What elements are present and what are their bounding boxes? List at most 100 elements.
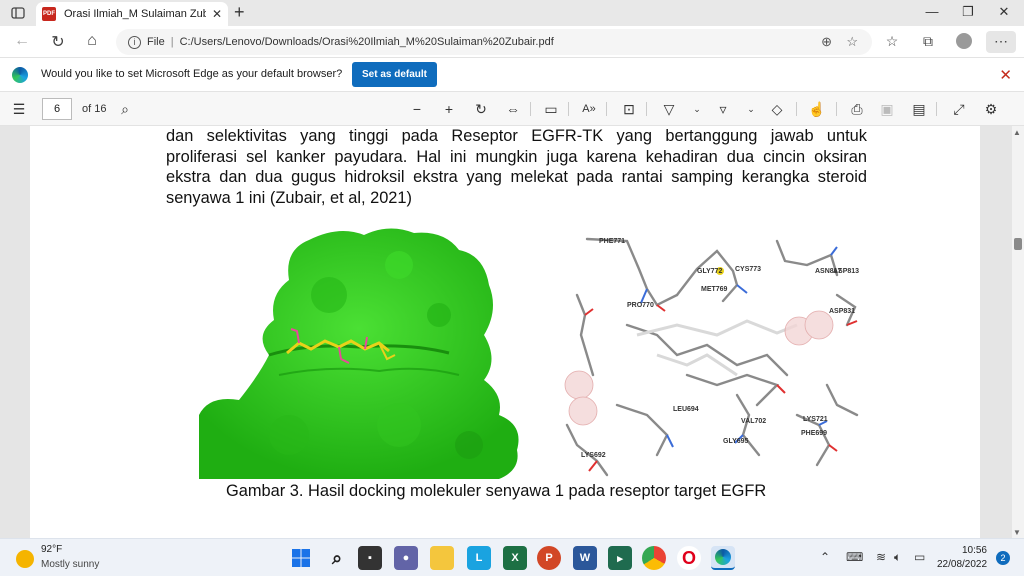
more-menu-icon[interactable]: ⋯ <box>986 31 1016 53</box>
scrollbar[interactable] <box>1012 126 1024 538</box>
zoom-in-icon[interactable]: + <box>440 100 458 118</box>
home-icon[interactable]: ⌂ <box>82 32 102 50</box>
clock[interactable]: 10:56 22/08/2022 <box>937 544 987 572</box>
touch-select-icon[interactable]: ☝ <box>808 100 826 118</box>
residue-label: PHE771 <box>599 238 625 245</box>
set-default-button[interactable]: Set as default <box>352 62 437 87</box>
taskbar: 92°F Mostly sunny ⌕ ▪ ● L X P W ▸ O ⌃ ⌨ … <box>0 538 1024 576</box>
tab-title: Orasi Ilmiah_M Sulaiman Zubair.p <box>64 8 206 20</box>
clock-date: 22/08/2022 <box>937 559 988 570</box>
highlight-icon[interactable]: ▿ <box>714 100 732 118</box>
residue-label: ASN817 <box>815 268 842 275</box>
save-icon[interactable]: ▣ <box>878 100 896 118</box>
fullscreen-icon[interactable]: ⤢ <box>950 100 968 118</box>
weather-sun-icon[interactable] <box>16 550 34 568</box>
profile-avatar[interactable] <box>954 33 974 52</box>
contents-icon[interactable]: ☰ <box>10 100 28 118</box>
residue-label: LEU694 <box>673 406 699 413</box>
new-tab-icon[interactable]: + <box>234 3 245 21</box>
pdf-viewer[interactable]: dan selektivitas yang tinggi pada Resept… <box>0 126 1024 538</box>
back-icon[interactable]: ← <box>12 32 32 50</box>
rotate-icon[interactable]: ↻ <box>472 100 490 118</box>
weather-temperature[interactable]: 92°F <box>41 544 62 555</box>
wifi-icon[interactable]: ≋ <box>876 550 886 564</box>
app-l-icon[interactable]: L <box>467 546 491 570</box>
excel-icon[interactable]: X <box>503 546 527 570</box>
text-box-icon[interactable]: ⊡ <box>620 100 638 118</box>
save-as-icon[interactable]: ▤ <box>910 100 928 118</box>
zoom-out-icon[interactable]: − <box>408 100 426 118</box>
paragraph-line: senyawa 1 ini (Zubair, et al, 2021) <box>166 188 412 207</box>
paragraph-line: dan selektivitas yang tinggi pada Resept… <box>166 127 867 145</box>
fit-page-icon[interactable]: ⇔ <box>504 100 522 118</box>
address-bar: ← ↻ ⌂ i File | C:/Users/Lenovo/Downloads… <box>0 26 1024 58</box>
body-paragraph: dan selektivitas yang tinggi pada Resept… <box>166 126 867 208</box>
draw-icon[interactable]: ▽ <box>660 100 678 118</box>
edge-taskbar-icon[interactable] <box>711 546 735 570</box>
opera-icon[interactable]: O <box>677 546 701 570</box>
page-number-input[interactable]: 6 <box>42 98 72 120</box>
clock-time: 10:56 <box>961 545 987 556</box>
print-icon[interactable]: ⎙ <box>848 100 866 118</box>
powerpoint-icon[interactable]: P <box>537 546 561 570</box>
teams-chat-icon[interactable]: ● <box>394 546 418 570</box>
url-field[interactable]: i File | C:/Users/Lenovo/Downloads/Orasi… <box>116 29 872 55</box>
tab-bar: PDF Orasi Ilmiah_M Sulaiman Zubair.p ✕ +… <box>0 0 1024 26</box>
volume-icon[interactable]: 🔈︎ <box>894 550 901 565</box>
url-text: C:/Users/Lenovo/Downloads/Orasi%20Ilmiah… <box>179 36 554 48</box>
show-hidden-icons-icon[interactable]: ⌃ <box>820 550 830 564</box>
pdf-icon: PDF <box>42 7 56 21</box>
paragraph-line: ekstra dan dua gugus hidroksil ekstra ya… <box>166 168 867 186</box>
start-icon[interactable] <box>289 546 313 570</box>
word-icon[interactable]: W <box>573 546 597 570</box>
highlight-options-chevron-icon[interactable]: ⌄ <box>742 100 760 118</box>
tab-pdf[interactable]: PDF Orasi Ilmiah_M Sulaiman Zubair.p ✕ <box>36 2 228 26</box>
minimize-icon[interactable]: — <box>922 4 942 19</box>
scroll-down-icon[interactable]: ▼ <box>1013 528 1021 537</box>
notification-badge[interactable]: 2 <box>996 551 1010 565</box>
file-explorer-icon[interactable] <box>430 546 454 570</box>
scroll-up-icon[interactable]: ▲ <box>1013 128 1021 137</box>
app-green-icon[interactable]: ▸ <box>608 546 632 570</box>
tab-actions-icon[interactable] <box>10 5 26 21</box>
favorite-add-icon[interactable]: ☆ <box>846 34 858 50</box>
page-count: of 16 <box>82 103 107 115</box>
page-view-icon[interactable]: ▭ <box>542 100 560 118</box>
pdf-page: dan selektivitas yang tinggi pada Resept… <box>30 126 980 538</box>
keyboard-icon[interactable]: ⌨ <box>846 550 863 564</box>
chrome-icon[interactable] <box>642 546 666 570</box>
scroll-thumb[interactable] <box>1014 238 1022 250</box>
erase-icon[interactable]: ◇ <box>768 100 786 118</box>
residue-label: ASP831 <box>829 308 855 315</box>
read-aloud-icon[interactable]: A» <box>580 100 598 118</box>
infobar-close-icon[interactable]: ✕ <box>999 66 1012 84</box>
info-icon[interactable]: i <box>128 35 141 49</box>
settings-gear-icon[interactable]: ⚙ <box>982 100 1000 118</box>
task-view-icon[interactable]: ▪ <box>358 546 382 570</box>
window-close-icon[interactable]: ✕ <box>994 4 1014 20</box>
battery-icon[interactable]: ▭ <box>914 550 925 564</box>
tab-close-icon[interactable]: ✕ <box>212 7 222 21</box>
residue-label: VAL702 <box>741 418 766 425</box>
file-label: File <box>147 36 165 48</box>
residue-label: GLY772 <box>697 268 723 275</box>
maximize-icon[interactable]: ❐ <box>958 4 978 20</box>
url-separator: | <box>170 36 174 48</box>
favorites-icon[interactable]: ☆ <box>882 33 902 50</box>
protein-surface-figure <box>199 225 527 479</box>
residue-label: CYS773 <box>735 266 761 273</box>
residue-label: PRO770 <box>627 302 654 309</box>
residue-label: GLY695 <box>723 438 749 445</box>
residue-label: MET769 <box>701 286 728 293</box>
zoom-icon[interactable]: ⊕ <box>821 34 832 50</box>
default-browser-infobar: Would you like to set Microsoft Edge as … <box>0 58 1024 92</box>
search-icon[interactable]: ⌕ <box>116 100 134 118</box>
residue-label: LYS692 <box>581 452 606 459</box>
paragraph-line: proliferasi sel kanker payudara. Hal ini… <box>166 147 867 166</box>
weather-condition[interactable]: Mostly sunny <box>41 559 99 570</box>
collections-icon[interactable]: ⧉ <box>918 33 938 50</box>
infobar-message: Would you like to set Microsoft Edge as … <box>41 68 343 80</box>
search-icon[interactable]: ⌕ <box>325 546 349 570</box>
draw-options-chevron-icon[interactable]: ⌄ <box>688 100 706 118</box>
refresh-icon[interactable]: ↻ <box>48 32 68 52</box>
